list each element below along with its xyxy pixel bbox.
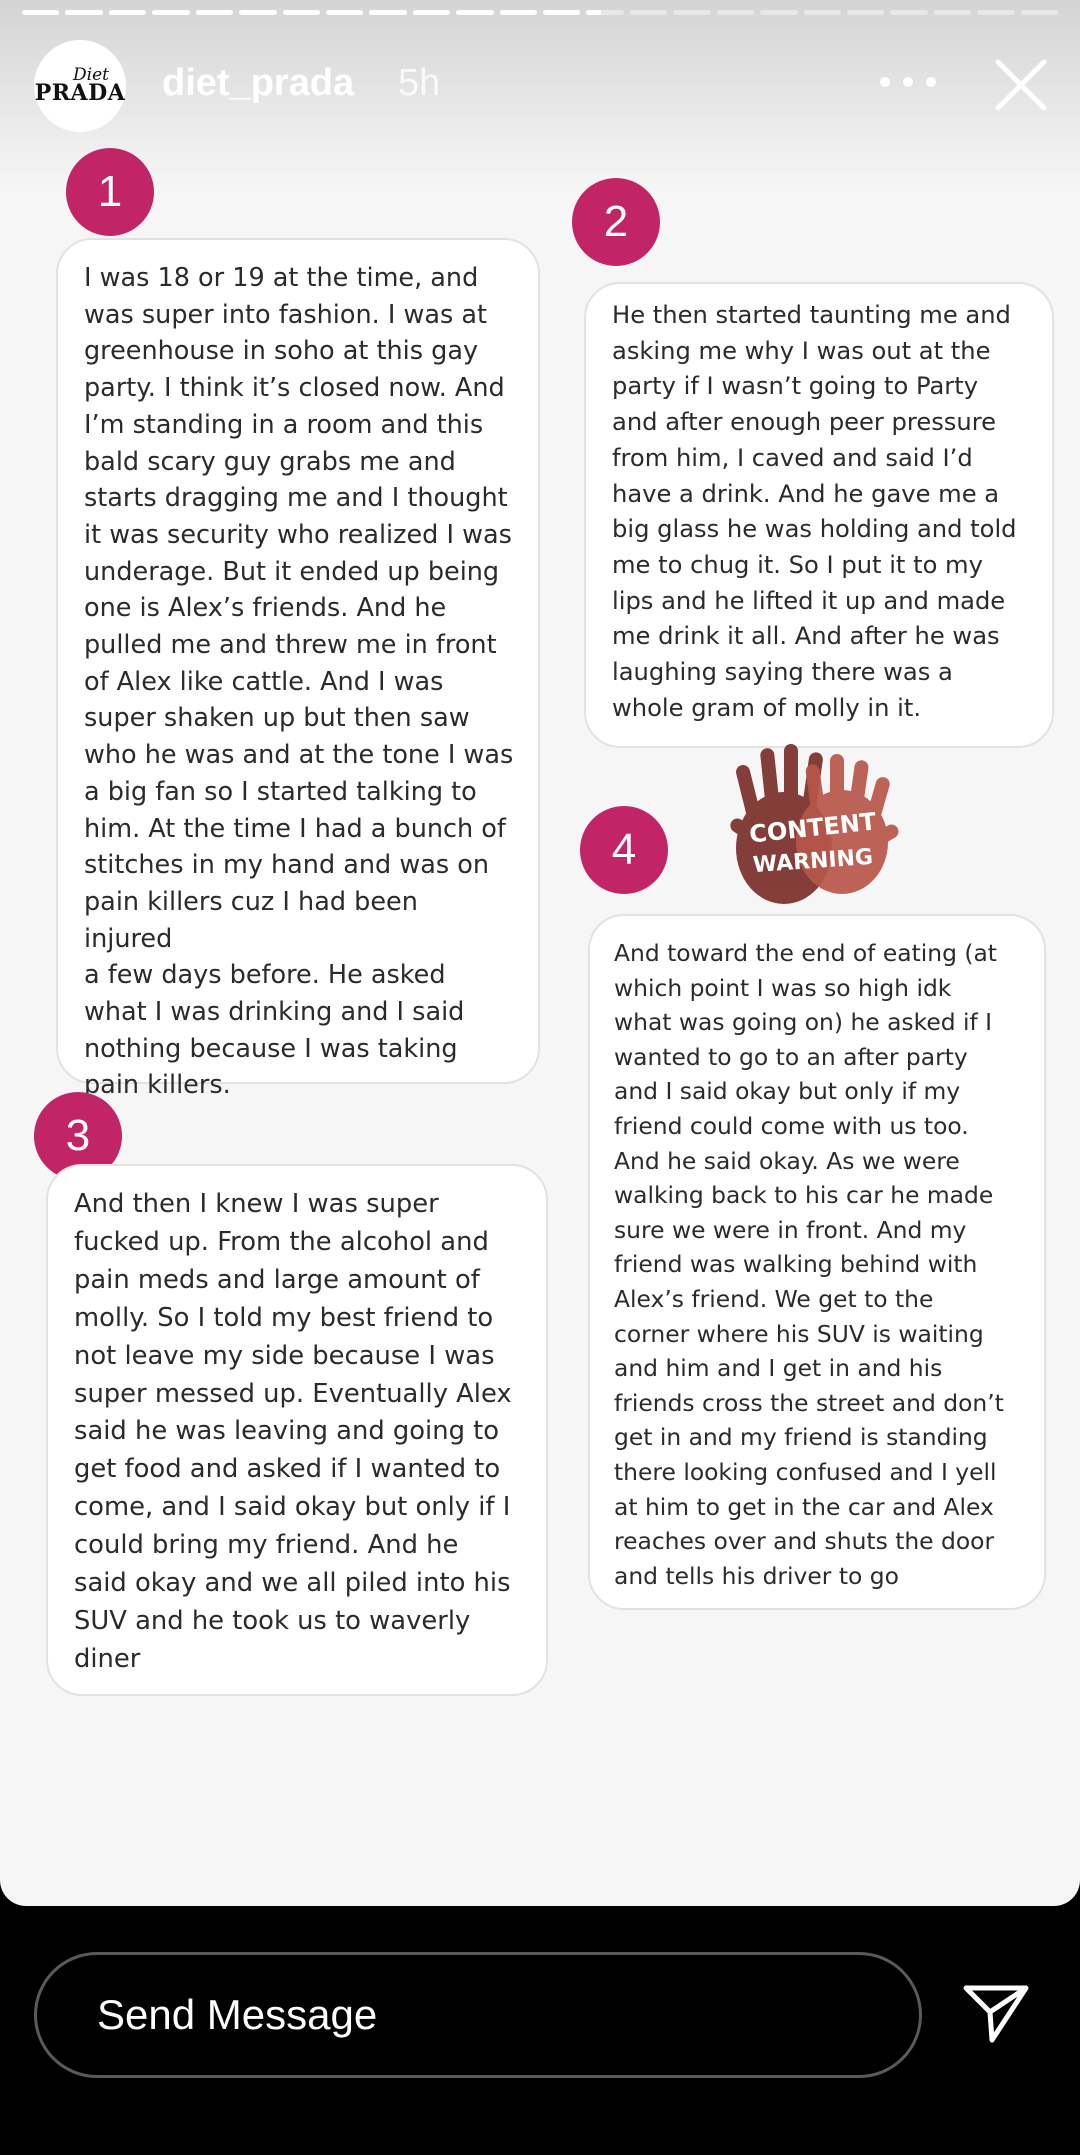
text-card-2: He then started taunting me and asking m… [584, 282, 1054, 748]
close-x-icon[interactable] [992, 56, 1050, 114]
progress-segment [543, 10, 581, 15]
text-card-4: And toward the end of eating (at which p… [588, 914, 1046, 1610]
post-time: 5h [398, 62, 441, 104]
progress-segment [65, 10, 103, 15]
progress-segment [456, 10, 494, 15]
progress-segment [977, 10, 1015, 15]
card-text-4: And toward the end of eating (at which p… [614, 939, 1004, 1590]
card-number-badge-1: 1 [66, 148, 154, 236]
progress-segment [499, 10, 538, 15]
card-text-1: I was 18 or 19 at the time, and was supe… [84, 263, 514, 1101]
text-card-3: And then I knew I was super fucked up. F… [46, 1164, 548, 1696]
progress-segment [325, 10, 364, 15]
card-number-badge-4: 4 [580, 806, 668, 894]
progress-segment [760, 10, 798, 15]
progress-segment [22, 10, 60, 15]
progress-segment [152, 10, 190, 15]
card-text-2: He then started taunting me and asking m… [612, 301, 1017, 722]
text-card-1: I was 18 or 19 at the time, and was supe… [56, 238, 540, 1100]
card-text-3: And then I knew I was super fucked up. F… [74, 1189, 512, 1674]
progress-segment [412, 10, 451, 15]
progress-segment [282, 10, 320, 15]
progress-segment [629, 10, 668, 15]
progress-segment [803, 10, 842, 15]
content-warning-hands-sticker: CONTENT WARNING [730, 744, 899, 904]
progress-segment [239, 10, 277, 15]
progress-segment [1020, 10, 1059, 15]
send-message-placeholder: Send Message [97, 1991, 378, 2038]
username[interactable]: diet_prada [162, 60, 354, 106]
card-number-badge-2: 2 [572, 178, 660, 266]
avatar[interactable]: Diet PRADA [34, 40, 126, 132]
progress-segment [108, 10, 147, 15]
progress-segment [586, 10, 624, 15]
more-horizontal-icon[interactable] [880, 74, 936, 90]
story-frame[interactable]: Diet PRADA diet_prada 5h 1 I was 18 or 1… [0, 0, 1080, 1906]
story-progress-bar [22, 10, 1059, 15]
progress-segment [890, 10, 928, 15]
progress-segment [847, 10, 885, 15]
avatar-logo-main: PRADA [34, 80, 126, 106]
paper-plane-send-icon[interactable] [962, 1982, 1030, 2044]
progress-segment [195, 10, 234, 15]
send-message-input[interactable]: Send Message [34, 1952, 922, 2078]
progress-segment [673, 10, 711, 15]
progress-segment [369, 10, 407, 15]
progress-segment [933, 10, 972, 15]
progress-segment [716, 10, 755, 15]
